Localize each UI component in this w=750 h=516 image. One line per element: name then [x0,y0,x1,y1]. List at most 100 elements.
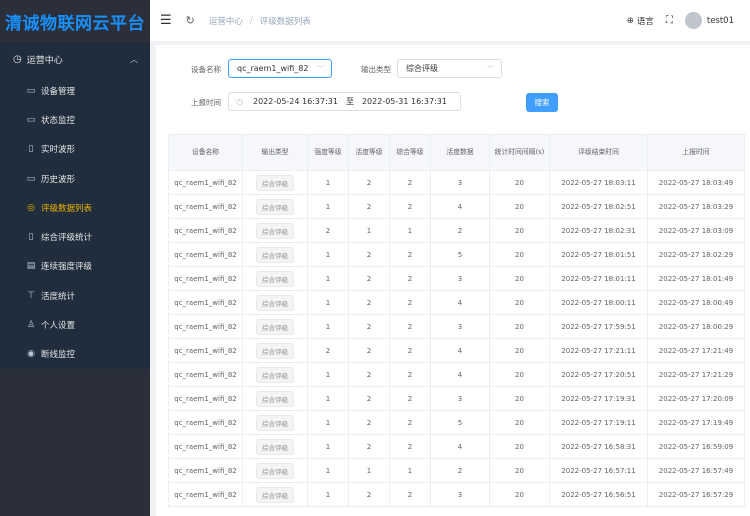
table-cell: 1 [307,482,349,507]
device-name-select[interactable]: qc_raem1_wifi_82 ﹀ [228,59,332,78]
table-row[interactable]: qc_raem1_wifi_82 综合评级 1 2 2 4 20 2022-05-27 18:… [168,290,745,315]
table-cell: 2022-05-27 17:19:49 [647,410,745,435]
sidebar-item[interactable]: ⊤ 活度统计 [0,281,150,310]
table-cell: 2 [389,290,431,315]
sidebar-item[interactable]: ♙ 个人设置 [0,310,150,339]
table-row[interactable]: qc_raem1_wifi_82 综合评级 1 2 2 5 20 2022-05-27 18:… [168,242,745,267]
table-cell: 4 [430,362,490,387]
table-row[interactable]: qc_raem1_wifi_82 综合评级 1 2 2 3 20 2022-05-27 16:… [168,482,745,507]
table-cell: 1 [389,458,431,483]
table-cell: 1 [307,314,349,339]
table-row[interactable]: qc_raem1_wifi_82 综合评级 1 2 2 3 20 2022-05-27 17:… [168,314,745,339]
breadcrumb-item[interactable]: 运营中心 [209,15,243,27]
table-cell: 2 [348,434,390,459]
table-cell: 1 [348,218,390,243]
table-cell: 综合评级 [242,458,308,483]
sidebar-item[interactable]: ▯ 实时波形 [0,135,150,164]
table-cell: 20 [489,242,550,267]
table-cell: 2022-05-27 17:59:51 [549,314,648,339]
table-cell: 2022-05-27 18:03:09 [647,218,745,243]
table-row[interactable]: qc_raem1_wifi_82 综合评级 1 2 2 3 20 2022-05-27 18:… [168,170,745,195]
refresh-icon[interactable]: ↻ [186,14,195,27]
table-cell: 2 [348,482,390,507]
table-cell: 2022-05-27 18:00:49 [647,290,745,315]
menu-group-operations[interactable]: ◷ 运营中心 ︿ [0,42,150,76]
sidebar-item[interactable]: ▭ 状态监控 [0,105,150,134]
column-header: 统计时间间隔(s) [489,134,550,171]
table-cell: 2 [348,194,390,219]
table-cell: 2 [389,410,431,435]
table-cell: 2022-05-27 18:03:29 [647,194,745,219]
clock-icon: ◷ [13,53,22,65]
menu-list: ▭ 设备管理 ▭ 状态监控 ▯ 实时波形 ▭ 历史波形 ◎ 评级数据列表 ▯ 综合评级统计 ▤ 连续强度评… [0,76,150,369]
table-cell: 2 [348,410,390,435]
table-cell: 2 [348,386,390,411]
column-header: 活度数据 [430,134,490,171]
table-row[interactable]: qc_raem1_wifi_82 综合评级 1 2 2 3 20 2022-05-27 18:… [168,266,745,291]
table-cell: 20 [489,482,550,507]
table-cell: qc_raem1_wifi_82 [168,242,243,267]
sidebar-item[interactable]: ◎ 评级数据列表 [0,193,150,222]
table-cell: 20 [489,386,550,411]
table-row[interactable]: qc_raem1_wifi_82 综合评级 1 1 1 2 20 2022-05-27 16:… [168,458,745,483]
sidebar-item[interactable]: ▤ 连续强度评级 [0,252,150,281]
column-header: 强度等级 [307,134,349,171]
table-cell: 综合评级 [242,434,308,459]
table-cell: 1 [307,458,349,483]
start-time[interactable]: 2022-05-24 16:37:31 [253,97,338,106]
output-type-label: 输出类型 [361,65,391,74]
table-cell: 4 [430,434,490,459]
hamburger-icon[interactable]: ☰ [160,13,172,28]
device-name-value: qc_raem1_wifi_82 [237,64,309,73]
column-header: 活度等级 [348,134,390,171]
end-time[interactable]: 2022-05-31 16:37:31 [362,97,447,106]
pin-icon: ⊤ [27,290,35,301]
fullscreen-icon[interactable]: ⛶ [666,15,673,26]
brand-logo-text: 清诚物联网云平台 [0,0,150,42]
table-cell: 2022-05-27 17:19:11 [549,410,648,435]
output-type-tag: 综合评级 [256,198,294,215]
table-cell: 2 [389,170,431,195]
sidebar-item[interactable]: ▯ 综合评级统计 [0,222,150,251]
table-cell: qc_raem1_wifi_82 [168,170,243,195]
table-cell: 2022-05-27 18:02:29 [647,242,745,267]
table-row[interactable]: qc_raem1_wifi_82 综合评级 1 2 2 4 20 2022-05-27 17:… [168,362,745,387]
table-cell: qc_raem1_wifi_82 [168,410,243,435]
table-cell: 4 [430,194,490,219]
table-row[interactable]: qc_raem1_wifi_82 综合评级 1 2 2 5 20 2022-05-27 17:… [168,410,745,435]
table-row[interactable]: qc_raem1_wifi_82 综合评级 2 2 2 4 20 2022-05-27 17:… [168,338,745,363]
table-cell: qc_raem1_wifi_82 [168,290,243,315]
table-cell: qc_raem1_wifi_82 [168,218,243,243]
table-cell: 2022-05-27 17:21:11 [549,338,648,363]
table-cell: 综合评级 [242,362,308,387]
table-cell: 20 [489,338,550,363]
device-name-label: 设备名称 [191,65,221,74]
globe-icon: ⊕ [626,15,634,26]
table-cell: 综合评级 [242,410,308,435]
table-cell: 1 [348,458,390,483]
table-cell: 20 [489,314,550,339]
sidebar-item[interactable]: ▭ 设备管理 [0,76,150,105]
column-header: 综合等级 [389,134,431,171]
search-button[interactable]: 搜索 [526,93,558,112]
language-switch[interactable]: ⊕ 语言 [627,15,654,27]
table-row[interactable]: qc_raem1_wifi_82 综合评级 1 2 2 4 20 2022-05-27 18:… [168,194,745,219]
table-row[interactable]: qc_raem1_wifi_82 综合评级 2 1 1 2 20 2022-05-27 18:… [168,218,745,243]
table-cell: 2022-05-27 17:20:09 [647,386,745,411]
sidebar-item[interactable]: ◉ 断线监控 [0,340,150,369]
avatar[interactable] [684,12,702,29]
table-cell: 2 [430,458,490,483]
table-row[interactable]: qc_raem1_wifi_82 综合评级 1 2 2 3 20 2022-05-27 17:… [168,386,745,411]
table-cell: 2 [389,482,431,507]
table-cell: 2 [348,266,390,291]
output-type-value: 综合评级 [406,64,438,73]
table-row[interactable]: qc_raem1_wifi_82 综合评级 1 2 2 4 20 2022-05-27 16:… [168,434,745,459]
table-cell: 2 [348,314,390,339]
sidebar-item[interactable]: ▭ 历史波形 [0,164,150,193]
username[interactable]: test01 [707,16,734,26]
column-header: 评级结束时间 [549,134,648,171]
report-time-range[interactable]: ◷ 2022-05-24 16:37:31 至 2022-05-31 16:37… [228,92,461,111]
breadcrumb-separator: / [249,15,253,26]
table-cell: 20 [489,290,550,315]
output-type-select[interactable]: 综合评级 ﹀ [397,59,502,78]
